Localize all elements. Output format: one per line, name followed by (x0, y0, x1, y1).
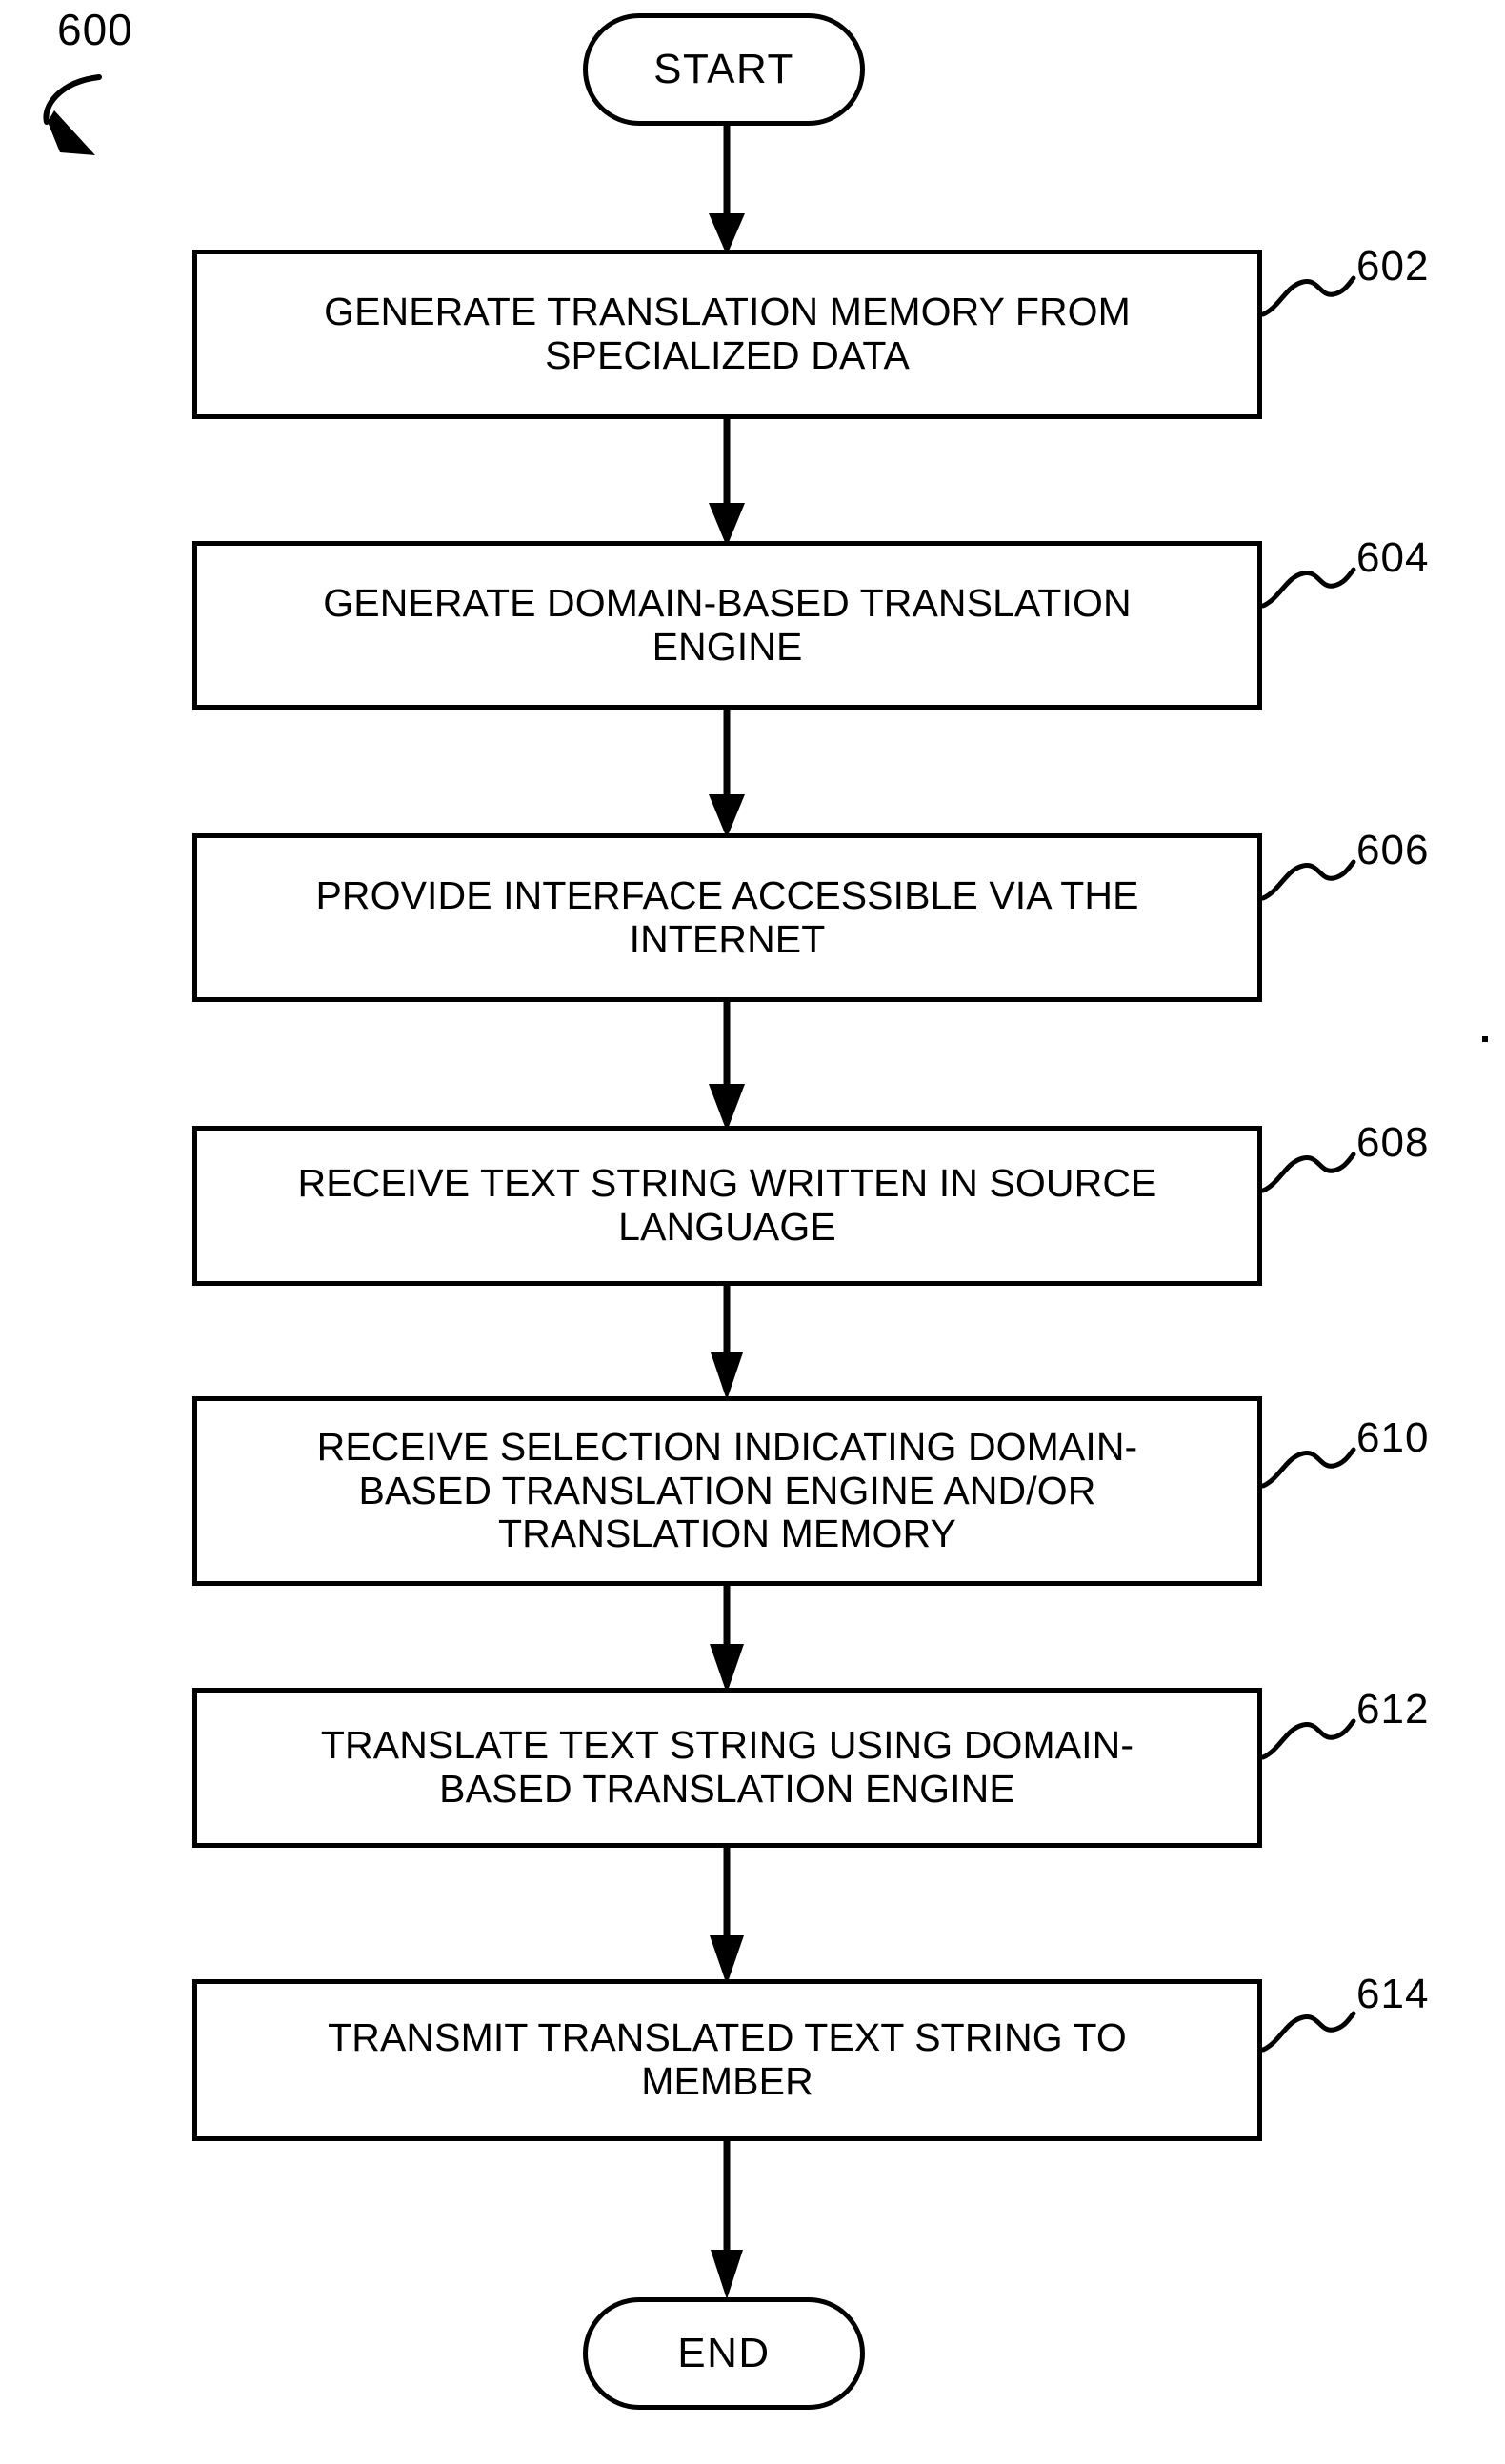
figure-leader-arrow (43, 74, 102, 155)
process-box-608: RECEIVE TEXT STRING WRITTEN IN SOURCE LA… (192, 1126, 1262, 1286)
scan-speck (1482, 1036, 1488, 1042)
connector-604-to-606 (709, 710, 745, 838)
process-box-602-label: GENERATE TRANSLATION MEMORY FROM SPECIAL… (324, 290, 1131, 377)
ref-number-604: 604 (1356, 534, 1430, 581)
ref-number-608: 608 (1356, 1119, 1430, 1166)
connector-614-to-end (711, 2141, 743, 2299)
ref-number-606: 606 (1356, 827, 1430, 873)
process-box-610-label: RECEIVE SELECTION INDICATING DOMAIN- BAS… (316, 1424, 1138, 1556)
figure-number: 600 (57, 5, 133, 54)
connector-610-to-612 (710, 1586, 744, 1693)
process-box-606: PROVIDE INTERFACE ACCESSIBLE VIA THE INT… (192, 833, 1262, 1002)
ref-number-610: 610 (1356, 1414, 1430, 1461)
ref-number-614: 614 (1356, 1971, 1430, 2017)
node-start-label: START (653, 46, 794, 92)
process-box-614: TRANSMIT TRANSLATED TEXT STRING TO MEMBE… (192, 1979, 1262, 2141)
ref-number-602: 602 (1356, 243, 1430, 290)
ref-number-612: 612 (1356, 1686, 1430, 1733)
process-box-602: GENERATE TRANSLATION MEMORY FROM SPECIAL… (192, 250, 1262, 419)
process-box-606-label: PROVIDE INTERFACE ACCESSIBLE VIA THE INT… (315, 872, 1139, 961)
ref-leader-610 (1260, 1447, 1356, 1489)
process-box-604-label: GENERATE DOMAIN-BASED TRANSLATION ENGINE (323, 580, 1132, 669)
process-box-604: GENERATE DOMAIN-BASED TRANSLATION ENGINE (192, 541, 1262, 710)
process-box-612-label: TRANSLATE TEXT STRING USING DOMAIN- BASE… (320, 1723, 1134, 1811)
connector-602-to-604 (709, 419, 745, 547)
node-end-label: END (677, 2330, 771, 2376)
connector-start-to-602 (709, 126, 745, 255)
process-box-614-label: TRANSMIT TRANSLATED TEXT STRING TO MEMBE… (328, 2015, 1127, 2103)
connector-608-to-610 (711, 1286, 743, 1400)
node-end: END (583, 2297, 865, 2410)
ref-leader-606 (1260, 859, 1356, 901)
ref-leader-602 (1260, 275, 1356, 317)
ref-leader-614 (1260, 2011, 1356, 2053)
patent-flowchart-figure: 600 START GENERATE TRANSLATION MEMORY FR… (0, 0, 1505, 2464)
ref-leader-604 (1260, 567, 1356, 609)
ref-leader-612 (1260, 1718, 1356, 1760)
connector-606-to-608 (709, 1002, 745, 1132)
process-box-612: TRANSLATE TEXT STRING USING DOMAIN- BASE… (192, 1688, 1262, 1848)
ref-leader-lines (1260, 275, 1356, 2053)
process-box-610: RECEIVE SELECTION INDICATING DOMAIN- BAS… (192, 1396, 1262, 1586)
connector-612-to-614 (710, 1848, 744, 1985)
process-box-608-label: RECEIVE TEXT STRING WRITTEN IN SOURCE LA… (297, 1161, 1157, 1249)
node-start: START (583, 13, 865, 126)
ref-leader-608 (1260, 1152, 1356, 1193)
